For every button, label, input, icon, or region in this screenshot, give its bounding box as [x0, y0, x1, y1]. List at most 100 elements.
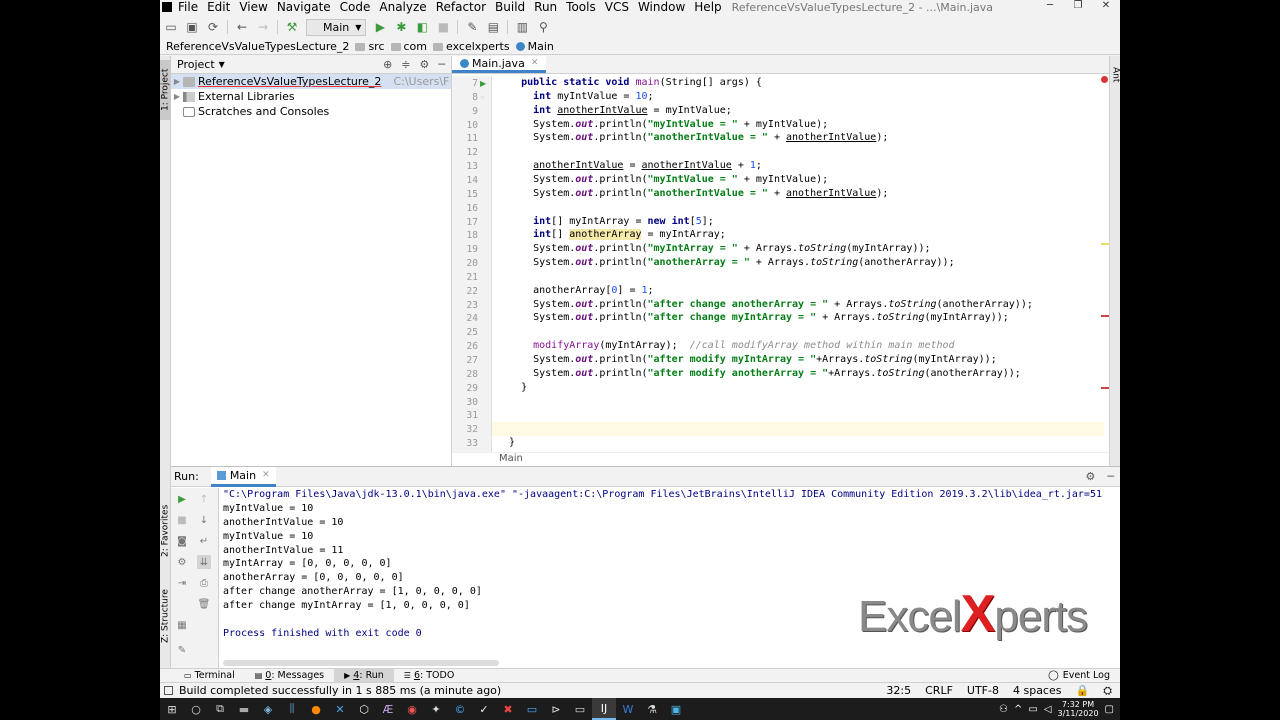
close-tab-icon[interactable]: ✕: [262, 470, 270, 480]
inspector-icon[interactable]: ⛭: [1103, 684, 1112, 698]
menu-help[interactable]: Help: [694, 0, 721, 14]
ant-tool-tab[interactable]: Ant: [1110, 60, 1121, 90]
wrench-settings-icon[interactable]: ✎: [465, 20, 479, 34]
event-log-button[interactable]: ◯ Event Log: [1048, 670, 1120, 681]
project-structure-icon[interactable]: ▤: [486, 20, 500, 34]
app-icon-10[interactable]: ©: [448, 698, 472, 720]
project-view-dropdown[interactable]: Project: [177, 58, 215, 71]
app-icon-3[interactable]: ⫼: [280, 698, 304, 720]
breadcrumb-project[interactable]: ReferenceVsValueTypesLecture_2: [166, 40, 349, 53]
minimize-icon[interactable]: ─: [1036, 0, 1064, 11]
task-view-icon[interactable]: ⧉: [208, 698, 232, 720]
file-encoding[interactable]: UTF-8: [967, 684, 999, 698]
run-icon[interactable]: ▶: [373, 20, 387, 34]
sync-icon[interactable]: ⟳: [206, 20, 220, 34]
build-hammer-icon[interactable]: ⚒: [285, 20, 299, 34]
tab-messages[interactable]: ▤ 0: Messages: [245, 669, 334, 683]
menu-refactor[interactable]: Refactor: [436, 0, 486, 14]
error-stripe[interactable]: [1101, 76, 1109, 452]
windows-start-icon[interactable]: ⊞: [160, 698, 184, 720]
lock-icon[interactable]: 🔒: [1075, 684, 1089, 698]
debug-bug-icon[interactable]: ✱: [394, 20, 408, 34]
scroll-down-icon[interactable]: ↓: [197, 513, 211, 527]
maximize-icon[interactable]: ❐: [1064, 0, 1092, 11]
camera-icon[interactable]: ◙: [175, 534, 189, 548]
pin-icon[interactable]: ✎: [175, 643, 189, 657]
minimize-panel-icon[interactable]: ─: [1107, 470, 1114, 483]
status-toggle-icon[interactable]: [164, 686, 173, 695]
scroll-to-end-icon[interactable]: ⇊: [197, 555, 211, 569]
coverage-icon[interactable]: ◧: [415, 20, 429, 34]
app-icon-5[interactable]: ✕: [328, 698, 352, 720]
favorites-tool-tab[interactable]: 2: Favorites: [160, 496, 171, 566]
menu-file[interactable]: File: [178, 0, 198, 14]
locate-icon[interactable]: ⊕: [383, 58, 392, 71]
open-folder-icon[interactable]: ▭: [164, 20, 178, 34]
forward-arrow-icon[interactable]: →: [256, 20, 270, 34]
gear-icon[interactable]: ⚙: [420, 58, 430, 71]
breadcrumb-com[interactable]: com: [390, 40, 427, 53]
tab-run[interactable]: ▶ 4: Run: [334, 668, 394, 683]
firefox-icon[interactable]: ●: [304, 698, 328, 720]
chevron-right-icon[interactable]: ▶: [171, 92, 183, 101]
app-icon-15[interactable]: ▭: [568, 698, 592, 720]
menu-window[interactable]: Window: [638, 0, 685, 14]
people-icon[interactable]: ⚇: [999, 704, 1008, 715]
app-icon-19[interactable]: ▣: [664, 698, 688, 720]
app-icon-14[interactable]: ⊳: [544, 698, 568, 720]
run-configuration-select[interactable]: Main ▼: [306, 18, 367, 36]
menu-run[interactable]: Run: [534, 0, 557, 14]
menu-view[interactable]: View: [239, 0, 267, 14]
app-icon-1[interactable]: ▬: [232, 698, 256, 720]
app-icon-6[interactable]: ⬡: [352, 698, 376, 720]
gear-icon[interactable]: ⚙: [1086, 470, 1096, 483]
app-icon-9[interactable]: ✦: [424, 698, 448, 720]
breadcrumb-main[interactable]: Main: [515, 40, 554, 53]
back-arrow-icon[interactable]: ←: [235, 20, 249, 34]
stop-icon[interactable]: ■: [175, 513, 189, 527]
menu-vcs[interactable]: VCS: [605, 0, 629, 14]
console-horizontal-scrollbar[interactable]: [223, 660, 499, 666]
menu-analyze[interactable]: Analyze: [379, 0, 426, 14]
chevron-right-icon[interactable]: ▶: [171, 77, 183, 86]
search-icon[interactable]: ○: [184, 698, 208, 720]
app-icon-2[interactable]: ◈: [256, 698, 280, 720]
menu-code[interactable]: Code: [340, 0, 371, 14]
tab-run-main[interactable]: Main ✕: [210, 466, 276, 487]
run-gutter-icon[interactable]: ▶: [480, 79, 486, 88]
app-icon-11[interactable]: ✓: [472, 698, 496, 720]
soft-wrap-icon[interactable]: ↵: [197, 534, 211, 548]
breadcrumb-excelxperts[interactable]: excelxperts: [433, 40, 510, 53]
save-all-icon[interactable]: ▣: [185, 20, 199, 34]
search-icon[interactable]: ⚲: [536, 20, 550, 34]
status-message[interactable]: Build completed successfully in 1 s 885 …: [179, 684, 501, 697]
close-tab-icon[interactable]: ✕: [531, 58, 539, 68]
minimize-panel-icon[interactable]: ─: [438, 58, 445, 71]
tree-item-scratches[interactable]: Scratches and Consoles: [171, 104, 451, 119]
close-icon[interactable]: ✕: [1092, 0, 1120, 11]
tab-terminal[interactable]: ▭ Terminal: [174, 669, 245, 683]
volume-icon[interactable]: ◁: [1044, 704, 1052, 715]
app-icon-13[interactable]: ▭: [520, 698, 544, 720]
stop-icon[interactable]: ■: [436, 20, 450, 34]
exit-icon[interactable]: ⇥: [175, 576, 189, 590]
breadcrumb-src[interactable]: src: [355, 40, 385, 53]
restore-layout-icon[interactable]: ⚙: [175, 555, 189, 569]
tab-main-java[interactable]: Main.java ✕: [452, 56, 547, 73]
after-effects-icon[interactable]: Æ: [376, 698, 400, 720]
fold-marker-icon[interactable]: ◦: [480, 93, 485, 102]
sdk-icon[interactable]: ▥: [515, 20, 529, 34]
collapse-icon[interactable]: ≑: [401, 58, 410, 71]
structure-tool-tab[interactable]: Z: Structure: [160, 581, 171, 651]
project-tool-tab[interactable]: 1: Project: [160, 60, 171, 120]
caret-position[interactable]: 32:5: [886, 684, 911, 698]
app-icon-8[interactable]: ◉: [400, 698, 424, 720]
clock[interactable]: 7:32 PM 3/11/2020: [1058, 700, 1099, 718]
chevron-down-icon[interactable]: ▼: [219, 60, 225, 69]
editor-breadcrumb-footer[interactable]: Main: [452, 452, 1109, 466]
app-icon-12[interactable]: ✖: [496, 698, 520, 720]
scroll-up-icon[interactable]: ↑: [197, 492, 211, 506]
menu-edit[interactable]: Edit: [207, 0, 230, 14]
line-separator[interactable]: CRLF: [925, 684, 953, 698]
menu-build[interactable]: Build: [495, 0, 525, 14]
